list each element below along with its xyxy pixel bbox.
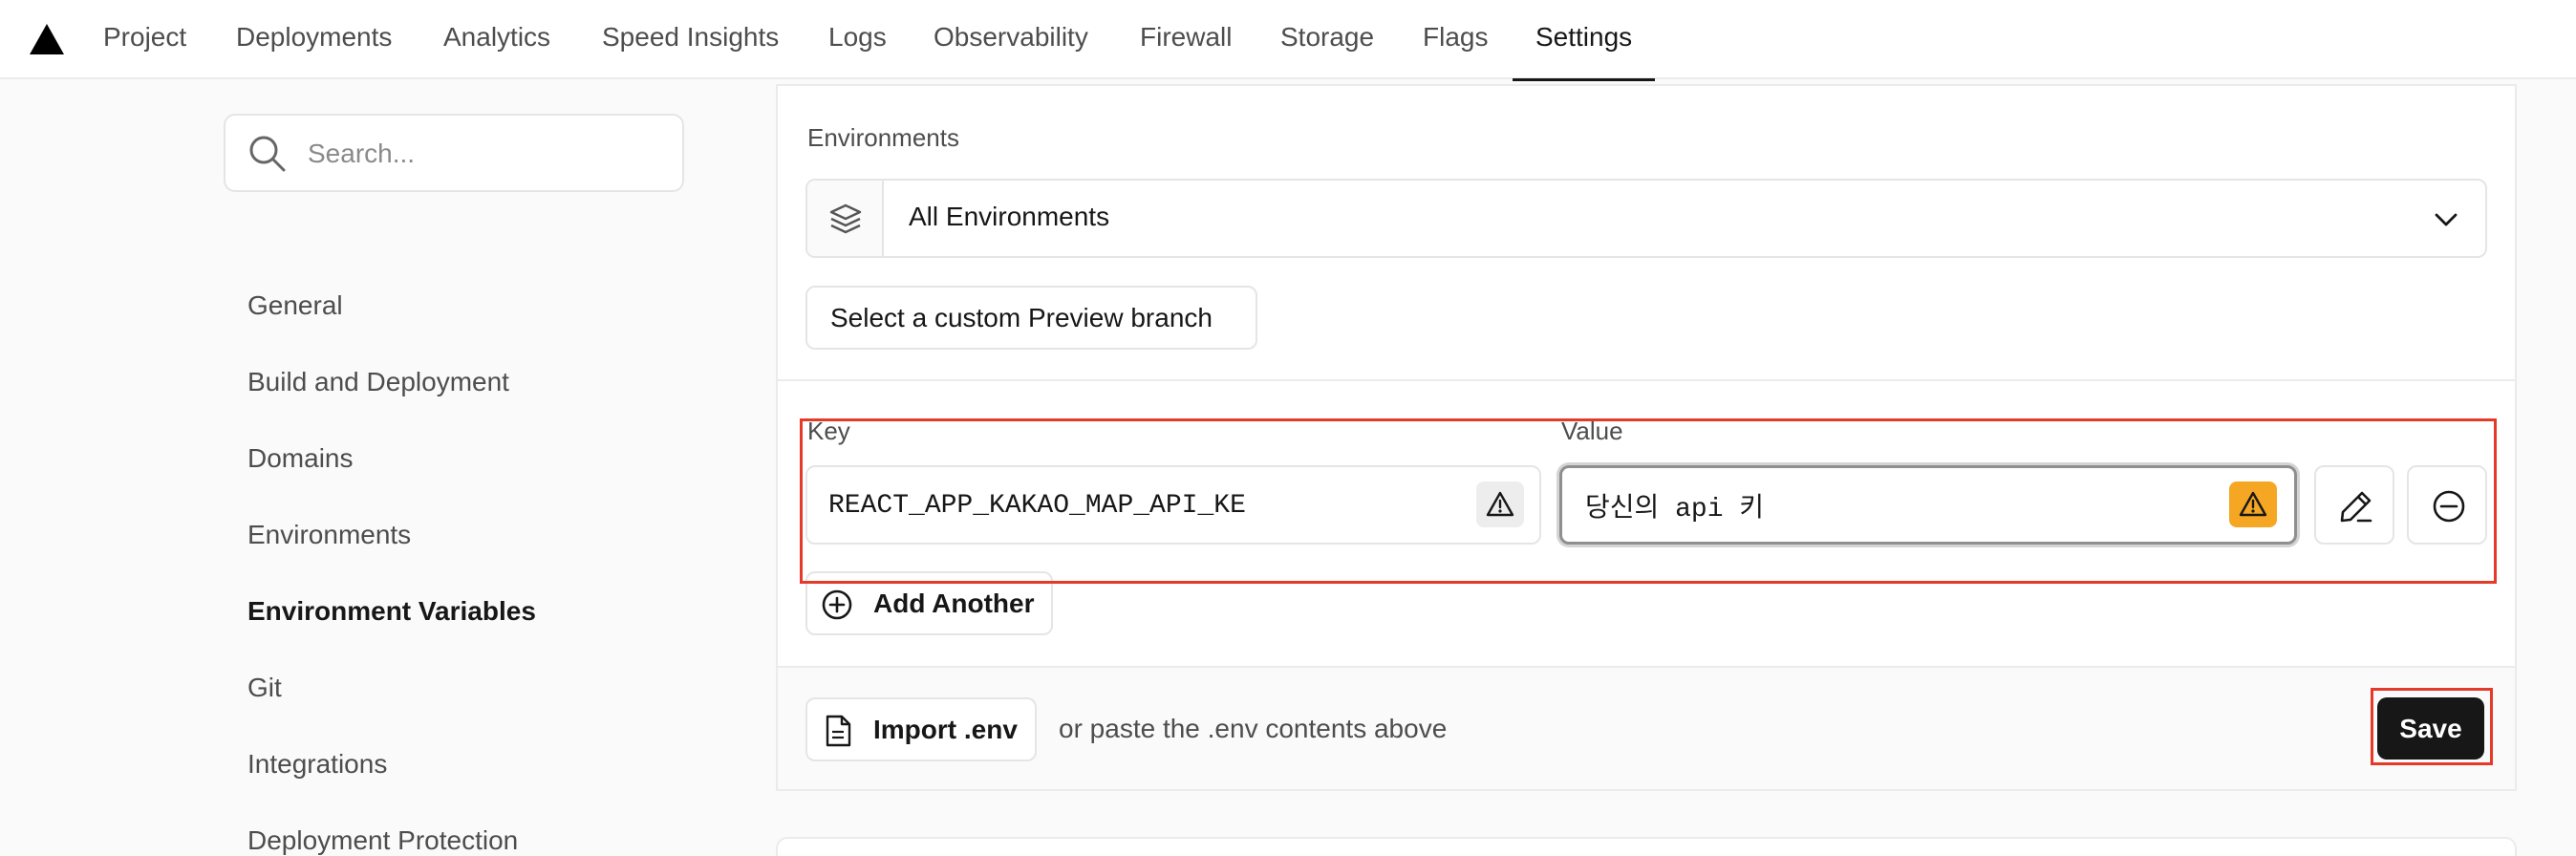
tab-speed-insights[interactable]: Speed Insights [602,0,779,79]
top-navigation: Project Deployments Analytics Speed Insi… [0,0,2576,81]
add-another-label: Add Another [873,588,1035,618]
next-card [776,837,2517,856]
environments-select-icon-cell [807,181,884,256]
tab-analytics[interactable]: Analytics [443,0,550,79]
tab-firewall[interactable]: Firewall [1140,0,1232,79]
tab-storage[interactable]: Storage [1280,0,1374,79]
search-icon [249,136,286,172]
sidebar-item-git[interactable]: Git [247,671,282,705]
sidebar-item-deployment-protection[interactable]: Deployment Protection [247,824,518,856]
sidebar-search[interactable] [224,114,684,192]
key-value-highlight [800,418,2497,584]
environments-select-value: All Environments [909,202,1110,231]
card-footer [778,667,2515,789]
file-icon [826,715,851,747]
sidebar-item-general[interactable]: General [247,289,343,323]
select-preview-branch-button[interactable]: Select a custom Preview branch [805,286,1257,350]
tab-project[interactable]: Project [103,0,186,79]
footer-divider [776,666,2517,668]
search-input[interactable] [308,133,661,175]
sidebar-item-integrations[interactable]: Integrations [247,747,387,781]
chevron-down-icon [2435,213,2458,226]
import-env-label: Import .env [873,715,1018,744]
layers-icon [829,203,862,234]
section-divider [776,379,2517,381]
tab-settings[interactable]: Settings [1512,0,1656,81]
environments-select[interactable]: All Environments [805,179,2487,258]
tab-deployments[interactable]: Deployments [236,0,392,79]
import-env-button[interactable]: Import .env [805,697,1037,761]
sidebar-item-build-and-deployment[interactable]: Build and Deployment [247,365,509,399]
tab-logs[interactable]: Logs [828,0,887,79]
sidebar-item-domains[interactable]: Domains [247,441,353,476]
paste-hint: or paste the .env contents above [1059,714,1448,743]
sidebar-item-environment-variables[interactable]: Environment Variables [247,594,536,629]
environments-label: Environments [807,123,959,152]
save-highlight [2371,688,2493,765]
triangle-logo-icon[interactable] [29,23,65,55]
tab-flags[interactable]: Flags [1423,0,1488,79]
tab-observability[interactable]: Observability [934,0,1088,79]
sidebar-item-environments[interactable]: Environments [247,518,411,552]
plus-circle-icon [822,589,852,620]
card-top-divider [776,84,2517,86]
